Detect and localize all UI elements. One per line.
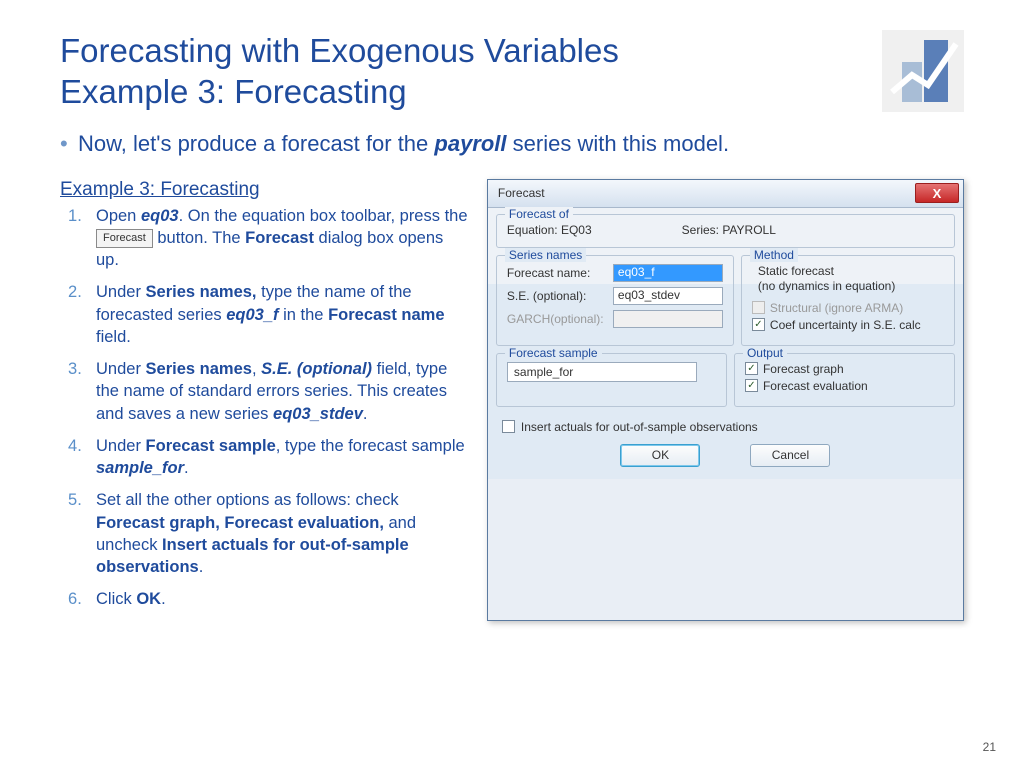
example-heading: Example 3: Forecasting — [60, 179, 469, 201]
steps-column: Example 3: Forecasting Open eq03. On the… — [60, 179, 469, 621]
series-label: Series: PAYROLL — [682, 223, 776, 237]
intro-text: Now, let's produce a forecast for the pa… — [60, 131, 964, 157]
dialog-titlebar: Forecast X — [488, 180, 963, 208]
forecast-name-label: Forecast name: — [507, 266, 607, 280]
se-label: S.E. (optional): — [507, 289, 607, 303]
cancel-button[interactable]: Cancel — [750, 444, 830, 467]
forecast-name-input[interactable]: eq03_f — [613, 264, 723, 282]
step-2: Under Series names, type the name of the… — [60, 281, 469, 348]
step-5: Set all the other options as follows: ch… — [60, 489, 469, 578]
output-group: Output ✓ Forecast graph ✓ Forecast evalu… — [734, 353, 955, 407]
se-input[interactable]: eq03_stdev — [613, 287, 723, 305]
title-line1: Forecasting with Exogenous Variables — [60, 32, 619, 69]
equation-label: Equation: EQ03 — [507, 223, 592, 237]
step-1: Open eq03. On the equation box toolbar, … — [60, 205, 469, 272]
close-button[interactable]: X — [915, 183, 959, 203]
step-6: Click OK. — [60, 588, 469, 610]
series-names-group: Series names Forecast name: eq03_f S.E. … — [496, 255, 734, 346]
insert-actuals-checkbox[interactable] — [502, 420, 515, 433]
forecast-sample-input[interactable]: sample_for — [507, 362, 697, 382]
forecast-sample-group: Forecast sample sample_for — [496, 353, 727, 407]
step-3: Under Series names, S.E. (optional) fiel… — [60, 358, 469, 425]
forecast-graph-checkbox[interactable]: ✓ — [745, 362, 758, 375]
dialog-title: Forecast — [498, 186, 545, 200]
title-line2: Example 3: Forecasting — [60, 73, 407, 110]
garch-input — [613, 310, 723, 328]
coef-checkbox[interactable]: ✓ — [752, 318, 765, 331]
chart-logo — [882, 30, 964, 112]
forecast-inline-button: Forecast — [96, 229, 153, 248]
forecast-dialog: Forecast X Forecast of Equation: EQ03 Se… — [487, 179, 964, 621]
close-icon: X — [933, 186, 942, 201]
slide-title: Forecasting with Exogenous Variables Exa… — [60, 30, 619, 113]
method-group: Method Static forecast (no dynamics in e… — [741, 255, 955, 346]
forecast-eval-checkbox[interactable]: ✓ — [745, 379, 758, 392]
structural-checkbox — [752, 301, 765, 314]
ok-button[interactable]: OK — [620, 444, 700, 467]
page-number: 21 — [983, 740, 996, 754]
forecast-of-group: Forecast of Equation: EQ03 Series: PAYRO… — [496, 214, 955, 248]
step-4: Under Forecast sample, type the forecast… — [60, 435, 469, 480]
garch-label: GARCH(optional): — [507, 312, 607, 326]
